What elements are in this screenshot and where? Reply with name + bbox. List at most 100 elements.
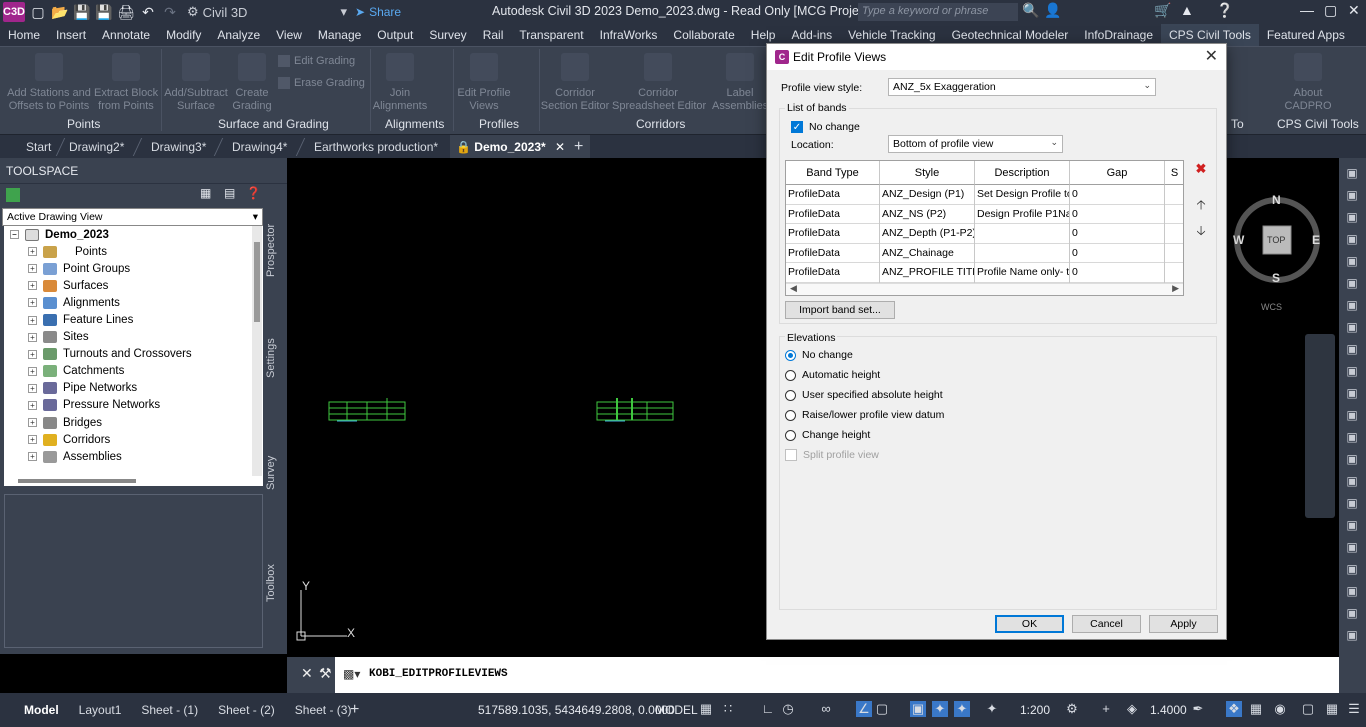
table-cell[interactable]: Set Design Profile to... [975, 185, 1070, 205]
tab-start[interactable]: Start [20, 135, 57, 159]
expand-icon[interactable]: + [28, 400, 37, 410]
command-prompt-icon[interactable]: ▩▾ [343, 667, 360, 681]
wcs-label[interactable]: WCS [1261, 302, 1282, 312]
new-icon[interactable]: ▢ [29, 3, 47, 21]
extract-block-button[interactable]: Extract Block from Points [94, 53, 158, 113]
table-icon[interactable]: ▤ [224, 186, 235, 200]
grid-icon[interactable]: ▦ [698, 701, 714, 717]
add-subtract-surface-button[interactable]: Add/Subtract Surface [164, 53, 228, 113]
tool-icon[interactable]: ▣ [1344, 474, 1360, 490]
new-tab-icon[interactable]: + [568, 135, 589, 159]
table-row[interactable]: ProfileData ANZ_Depth (P1-P2) 0 [786, 224, 1183, 244]
dynamic-ucs-icon[interactable]: ∠ [856, 701, 872, 717]
tool-icon[interactable]: ▣ [1344, 210, 1360, 226]
save-icon[interactable]: 💾 [73, 3, 91, 21]
erase-grading-button[interactable]: Erase Grading [278, 77, 365, 89]
ribbon-tab-transparent[interactable]: Transparent [511, 24, 591, 46]
plus-icon[interactable]: + [1098, 701, 1114, 717]
autodesk-icon[interactable]: ▲ [1180, 2, 1194, 18]
help-icon[interactable]: ❓ [246, 186, 261, 200]
corridor-section-editor-button[interactable]: Corridor Section Editor [540, 53, 610, 113]
expand-icon[interactable]: + [28, 332, 37, 342]
tool-icon[interactable]: ▣ [1344, 452, 1360, 468]
autoscale-icon[interactable]: ✦ [954, 701, 970, 717]
annotation-visibility-icon[interactable]: ✦ [932, 701, 948, 717]
scroll-left-icon[interactable]: ◀ [790, 283, 797, 294]
about-cadpro-button[interactable]: About CADPRO [1280, 53, 1336, 113]
table-cell[interactable]: 0 [1070, 185, 1165, 205]
app-logo[interactable]: C3D [3, 2, 25, 22]
tool-icon[interactable]: ▣ [1344, 562, 1360, 578]
elevation-radio-0[interactable]: No change [785, 349, 853, 361]
osnap-icon[interactable]: ∞ [818, 701, 834, 717]
ribbon-tab-rail[interactable]: Rail [475, 24, 512, 46]
tool-icon[interactable]: ▣ [1344, 254, 1360, 270]
cancel-button[interactable]: Cancel [1072, 615, 1141, 633]
annotation-scale-icon[interactable]: ✦ [984, 701, 1000, 717]
command-line[interactable]: ✕ ⚒ ▩▾ KOBI_EDITPROFILEVIEWS [287, 657, 1339, 693]
table-row[interactable]: ProfileData ANZ_PROFILE TITLE Profile Name… [786, 263, 1183, 283]
tool-icon[interactable]: ▣ [1344, 364, 1360, 380]
minimize-icon[interactable]: — [1300, 2, 1314, 18]
polar-icon[interactable]: ◷ [780, 701, 796, 717]
tree-item[interactable]: + Assemblies [4, 448, 263, 465]
selection-cycling-icon[interactable]: ▣ [910, 701, 926, 717]
pen-icon[interactable]: ✒ [1190, 701, 1206, 717]
tree-item[interactable]: + Sites [4, 329, 263, 346]
tab-survey[interactable]: Survey [265, 448, 285, 498]
expand-icon[interactable]: + [28, 349, 37, 359]
tool-icon[interactable]: ▣ [1344, 628, 1360, 644]
table-cell[interactable]: 0 [1070, 224, 1165, 244]
settings-icon[interactable]: ⚙ [1064, 701, 1080, 717]
ribbon-tab-modify[interactable]: Modify [158, 24, 209, 46]
table-cell[interactable]: ProfileData [786, 204, 880, 224]
ribbon-tab-infraworks[interactable]: InfraWorks [592, 24, 666, 46]
ribbon-tab-view[interactable]: View [268, 24, 310, 46]
redo-icon[interactable]: ↷ [161, 3, 179, 21]
collapse-icon[interactable]: – [10, 230, 19, 240]
add-layout-icon[interactable]: + [350, 701, 359, 719]
viewcube-top[interactable]: TOP [1267, 235, 1285, 245]
tree-item[interactable]: + Pressure Networks [4, 397, 263, 414]
grid-hscrollbar[interactable]: ◀ ▶ [786, 283, 1183, 295]
ribbon-tab-survey[interactable]: Survey [421, 24, 474, 46]
col-style[interactable]: Style [880, 161, 975, 185]
tree-item[interactable]: + Surfaces [4, 277, 263, 294]
col-band-type[interactable]: Band Type [786, 161, 880, 185]
table-cell[interactable]: 0 [1070, 243, 1165, 263]
tool-icon[interactable]: ▣ [1344, 276, 1360, 292]
navigation-bar[interactable] [1305, 334, 1335, 518]
tab-drawing2[interactable]: Drawing2* [63, 135, 130, 159]
tree-item[interactable]: + Pipe Networks [4, 380, 263, 397]
maximize-icon[interactable]: ▢ [1324, 2, 1337, 19]
close-cmd-icon[interactable]: ✕ [301, 665, 313, 682]
ribbon-tab-featured-apps[interactable]: Featured Apps [1259, 24, 1353, 46]
table-cell[interactable]: ANZ_Design (P1) [880, 185, 975, 205]
ribbon-tab-output[interactable]: Output [369, 24, 421, 46]
tool-icon[interactable]: ▣ [1344, 606, 1360, 622]
monitor-icon[interactable]: ▢ [1300, 701, 1316, 717]
tree-item[interactable]: + Points [4, 243, 263, 260]
plot-icon[interactable]: 🖨 [117, 3, 135, 21]
table-cell[interactable]: ProfileData [786, 185, 880, 205]
expand-icon[interactable]: + [28, 315, 37, 325]
tab-drawing4[interactable]: Drawing4* [226, 135, 293, 159]
tree-item[interactable]: + Turnouts and Crossovers [4, 346, 263, 363]
menu-icon[interactable]: ☰ [1346, 701, 1362, 717]
elevation-radio-4[interactable]: Change height [785, 429, 870, 441]
ribbon-tab-analyze[interactable]: Analyze [209, 24, 268, 46]
table-cell[interactable]: ANZ_PROFILE TITLE [880, 263, 975, 283]
close-icon[interactable]: ✕ [1205, 44, 1218, 70]
move-up-icon[interactable]: 🡡 [1192, 196, 1210, 214]
help-icon[interactable]: ❔ [1216, 2, 1233, 19]
table-cell[interactable] [975, 224, 1070, 244]
tab-settings[interactable]: Settings [265, 328, 285, 388]
expand-icon[interactable]: + [28, 366, 37, 376]
table-cell[interactable] [1165, 224, 1183, 244]
tab-prospector[interactable]: Prospector [265, 210, 285, 290]
ribbon-tab-insert[interactable]: Insert [48, 24, 94, 46]
workspace-select[interactable]: ⚙ Civil 3D ▾ [187, 3, 347, 21]
expand-icon[interactable]: + [28, 418, 37, 428]
tool-icon[interactable]: ▣ [1344, 496, 1360, 512]
expand-icon[interactable]: + [28, 298, 37, 308]
